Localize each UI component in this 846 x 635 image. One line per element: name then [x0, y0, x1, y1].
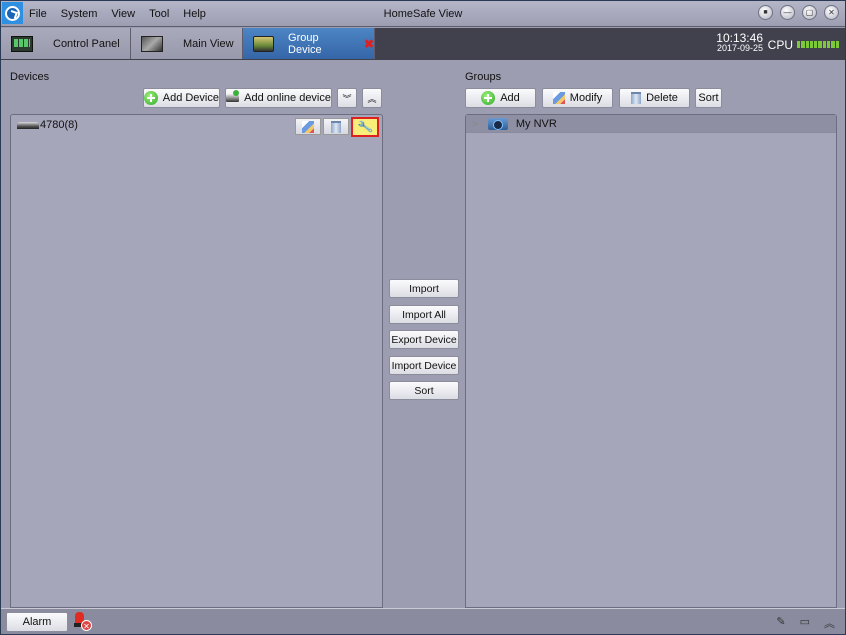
tab-close-icon[interactable]: ✖ — [364, 37, 374, 51]
import-all-button[interactable]: Import All — [389, 305, 459, 324]
tab-group-device[interactable]: Group Device ✖ — [243, 28, 375, 59]
cpu-segment — [835, 41, 839, 48]
minimize-button[interactable]: — — [780, 5, 795, 20]
device-item[interactable]: 4780(8) — [17, 119, 78, 131]
groups-panel: > My NVR — [465, 114, 837, 608]
add-group-button[interactable]: Add — [465, 88, 536, 108]
maximize-button[interactable]: ▢ — [802, 5, 817, 20]
device-name: 4780(8) — [40, 119, 78, 131]
menu-help[interactable]: Help — [183, 8, 206, 20]
menu-tool[interactable]: Tool — [149, 8, 169, 20]
status-bar: Alarm ✕ ✎ ▭ ︽ — [1, 608, 845, 634]
app-window: File System View Tool Help HomeSafe View… — [0, 0, 846, 635]
cpu-segment — [797, 41, 801, 48]
pin-icon[interactable]: ✎ — [776, 615, 785, 631]
menu-file[interactable]: File — [29, 8, 47, 20]
devices-label: Devices — [10, 71, 50, 83]
group-device-icon — [253, 35, 275, 52]
expand-chevron-icon[interactable]: > — [472, 119, 478, 130]
device-settings-button[interactable]: 🔧 — [351, 117, 379, 137]
menu-bar: File System View Tool Help — [29, 1, 220, 27]
groups-label: Groups — [465, 71, 502, 83]
collapse-all-button[interactable]: ︽ — [362, 88, 382, 108]
trash-icon — [331, 120, 341, 133]
cpu-segment — [818, 41, 822, 48]
cpu-segment — [809, 41, 814, 48]
minimize-icon: — — [783, 7, 792, 17]
menu-view[interactable]: View — [111, 8, 135, 20]
add-icon — [144, 91, 158, 105]
cpu-segment — [814, 41, 818, 48]
close-button[interactable]: ✕ — [824, 5, 839, 20]
tab-label: Main View — [183, 37, 234, 50]
group-name: My NVR — [515, 118, 557, 130]
chevrons-down-icon: ︾ — [342, 93, 352, 104]
cpu-label: CPU — [767, 38, 793, 52]
tab-main-view[interactable]: Main View — [131, 28, 243, 59]
maximize-icon: ▢ — [805, 7, 814, 17]
cpu-segment — [822, 41, 827, 48]
statusbar-controls: ✎ ▭ ︽ — [776, 615, 835, 631]
import-device-button[interactable]: Import Device — [389, 356, 459, 375]
modify-group-button[interactable]: Modify — [542, 88, 613, 108]
button-label: Add Device — [162, 92, 219, 104]
cpu-meter — [797, 41, 839, 48]
title-bar: File System View Tool Help HomeSafe View… — [1, 1, 845, 27]
group-item[interactable]: > My NVR — [472, 118, 557, 130]
button-label: Delete — [646, 92, 678, 104]
menu-system[interactable]: System — [61, 8, 98, 20]
cpu-segment — [805, 41, 809, 48]
dvr-icon — [17, 121, 39, 129]
button-label: Add — [500, 92, 520, 104]
expand-all-button[interactable]: ︾ — [337, 88, 357, 108]
clock-date: 2017-09-25 — [716, 43, 763, 53]
pencil-icon — [302, 120, 314, 133]
devices-panel: 4780(8) 🔧 — [10, 114, 383, 608]
pencil-icon — [552, 92, 565, 104]
tab-label: Group Device — [288, 31, 322, 56]
export-device-button[interactable]: Export Device — [389, 330, 459, 349]
import-button[interactable]: Import — [389, 279, 459, 298]
app-logo-icon[interactable] — [2, 2, 23, 24]
add-device-button[interactable]: Add Device — [143, 88, 220, 108]
lock-icon: ■ — [763, 9, 768, 16]
sort-groups-button[interactable]: Sort — [695, 88, 722, 108]
alarm-off-icon[interactable]: ✕ — [74, 612, 92, 631]
add-online-device-button[interactable]: Add online device — [225, 88, 332, 108]
button-label: Add online device — [244, 92, 331, 104]
monitor-icon — [141, 35, 163, 52]
chevrons-up-icon: ︽ — [367, 93, 377, 104]
tab-control-panel[interactable]: Control Panel — [1, 28, 131, 59]
nvr-icon — [487, 118, 508, 130]
cpu-segment — [827, 41, 831, 48]
trash-icon — [631, 92, 642, 104]
edit-device-button[interactable] — [295, 118, 321, 135]
lock-button[interactable]: ■ — [758, 5, 773, 20]
close-icon: ✕ — [828, 7, 835, 17]
sort-devices-button[interactable]: Sort — [389, 381, 459, 400]
online-device-icon — [226, 90, 240, 102]
wrench-icon: 🔧 — [356, 118, 374, 136]
alarm-button[interactable]: Alarm — [6, 612, 68, 632]
window-controls: ■ — ▢ ✕ — [758, 5, 839, 20]
cpu-segment — [801, 41, 805, 48]
tab-label: Control Panel — [53, 37, 120, 50]
clock: 10:13:46 2017-09-25 — [716, 32, 763, 53]
delete-group-button[interactable]: Delete — [619, 88, 690, 108]
delete-device-button[interactable] — [323, 118, 349, 135]
cpu-segment — [831, 41, 835, 48]
window-icon[interactable]: ▭ — [800, 615, 810, 631]
collapse-up-icon[interactable]: ︽ — [824, 615, 835, 631]
control-panel-icon — [11, 35, 33, 52]
add-icon — [481, 91, 496, 105]
button-label: Modify — [569, 92, 603, 104]
